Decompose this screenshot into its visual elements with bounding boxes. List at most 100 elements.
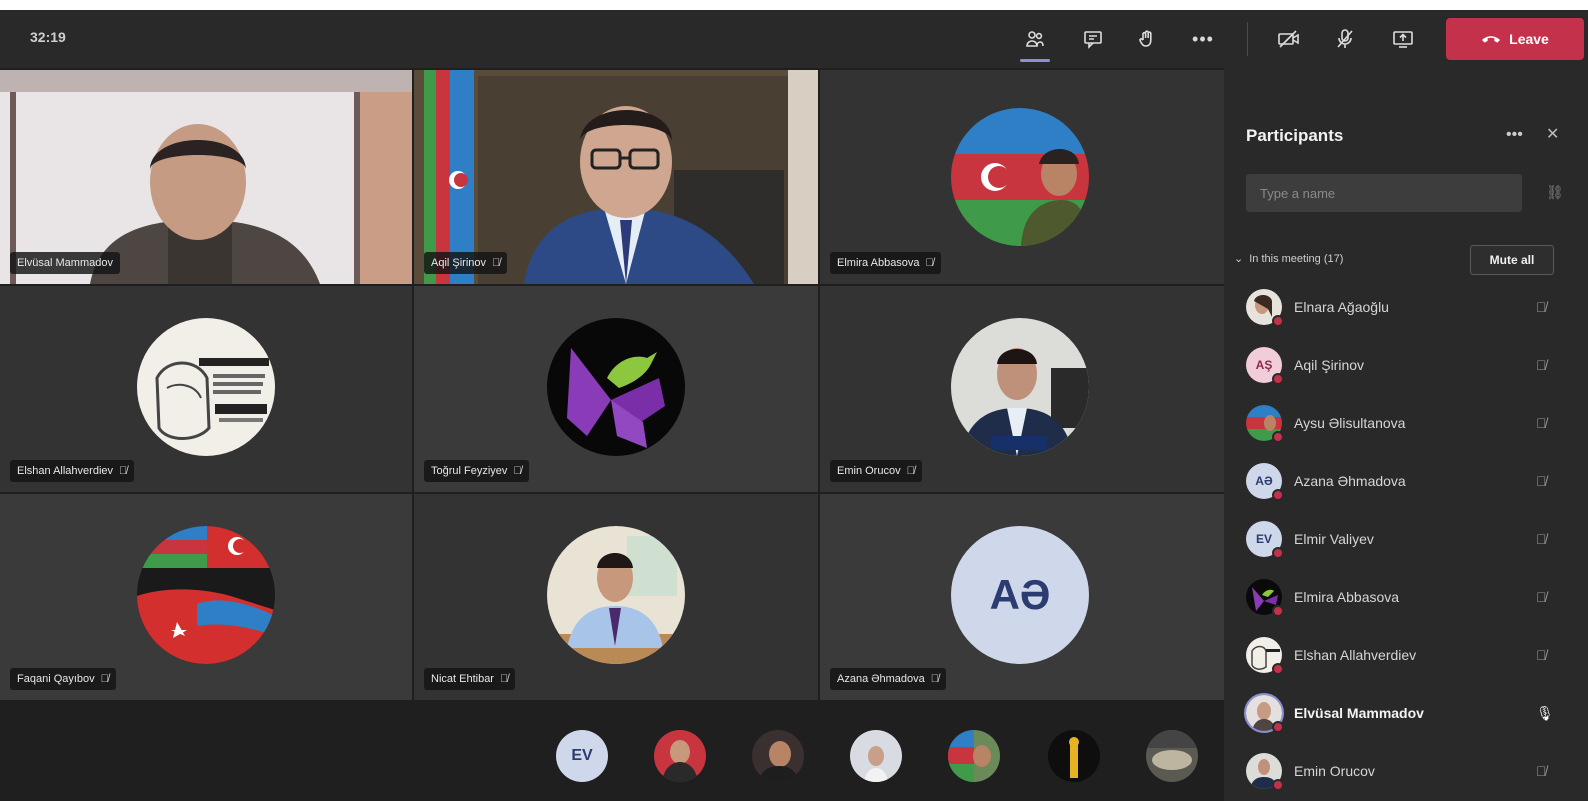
status-dot xyxy=(1272,663,1284,675)
participant-avatar xyxy=(951,318,1089,456)
participant-row[interactable]: EV Elmir Valiyev 🎙̸ xyxy=(1224,510,1588,568)
mute-all-button[interactable]: Mute all xyxy=(1470,245,1554,275)
share-invite-icon[interactable]: ⛓ xyxy=(1546,184,1564,201)
video-tile[interactable]: Aqil Şirinov 🎙̸ xyxy=(414,70,818,284)
panel-title: Participants xyxy=(1246,126,1344,145)
participant-name: Elmir Valiyev xyxy=(1294,531,1374,547)
people-icon xyxy=(1026,31,1044,47)
participant-row[interactable]: Elmira Abbasova 🎙̸ xyxy=(1224,568,1588,626)
participant-name: Azana Əhmadova xyxy=(1294,473,1406,489)
status-dot xyxy=(1272,721,1284,733)
overflow-avatar[interactable] xyxy=(654,730,706,782)
overflow-avatar[interactable] xyxy=(948,730,1000,782)
raise-hand-button[interactable] xyxy=(1128,20,1166,58)
participant-name: Elvüsal Mammadov xyxy=(1294,705,1424,721)
participant-name: Elshan Allahverdiev xyxy=(17,465,114,477)
participant-name: Emin Orucov xyxy=(1294,763,1375,779)
participant-row[interactable]: Elshan Allahverdiev 🎙̸ xyxy=(1224,626,1588,684)
participant-row[interactable]: AƏ Azana Əhmadova 🎙̸ xyxy=(1224,452,1588,510)
participant-name: Aqil Şirinov xyxy=(431,257,487,269)
overflow-participants-strip: EV xyxy=(0,700,1224,801)
participant-avatar xyxy=(1246,695,1284,733)
participant-name: Elvüsal Mammadov xyxy=(17,257,113,269)
participant-row[interactable]: Elnara Ağaoğlu 🎙̸ xyxy=(1224,278,1588,336)
mic-off-icon: 🎙̸ xyxy=(513,465,522,477)
avatar-initials: EV xyxy=(571,747,593,764)
show-participants-button[interactable] xyxy=(1016,20,1054,62)
participant-name-tag: Elvüsal Mammadov xyxy=(10,252,120,274)
overflow-avatar[interactable] xyxy=(752,730,804,782)
participant-name: Elnara Ağaoğlu xyxy=(1294,299,1389,315)
participant-name-tag: Aqil Şirinov 🎙̸ xyxy=(424,252,508,274)
video-tile[interactable]: Elvüsal Mammadov xyxy=(0,70,412,284)
mic-toggle-button[interactable] xyxy=(1326,20,1364,58)
participant-row[interactable]: Aysu Əlisultanova 🎙̸ xyxy=(1224,394,1588,452)
participant-name-tag: Elshan Allahverdiev 🎙̸ xyxy=(10,460,135,482)
video-tile[interactable]: Emin Orucov 🎙̸ xyxy=(820,286,1224,492)
meeting-toolbar: 32:19 ••• Leave xyxy=(0,10,1588,68)
leave-label: Leave xyxy=(1509,31,1549,47)
mic-on-icon: 🎙 xyxy=(1536,704,1554,721)
close-icon: ✕ xyxy=(1546,126,1560,143)
mic-off-icon: 🎙̸ xyxy=(499,673,509,685)
in-meeting-section-header[interactable]: ⌄ In this meeting (17) xyxy=(1234,252,1344,266)
participant-row[interactable]: Emin Orucov 🎙̸ xyxy=(1224,742,1588,800)
participant-name-tag: Azana Əhmadova 🎙̸ xyxy=(830,668,947,690)
mic-off-icon: 🎙̸ xyxy=(119,465,128,477)
share-screen-icon xyxy=(1393,31,1413,48)
status-dot xyxy=(1272,373,1284,385)
participant-row[interactable]: Elvüsal Mammadov 🎙 xyxy=(1224,684,1588,742)
panel-close-button[interactable]: ✕ xyxy=(1546,124,1559,144)
more-actions-button[interactable]: ••• xyxy=(1184,20,1222,58)
participant-name: Emin Orucov xyxy=(837,465,901,477)
section-label: In this meeting (17) xyxy=(1249,252,1344,265)
avatar-initials: AŞ xyxy=(1255,358,1273,372)
participant-name: Aqil Şirinov xyxy=(1294,357,1365,373)
status-dot xyxy=(1272,489,1284,501)
participant-avatar xyxy=(1246,753,1284,791)
teams-meeting-window: 32:19 ••• Leave Elvüsal Mammadov Aqil Şi… xyxy=(0,10,1588,801)
participant-name: Elmira Abbasova xyxy=(1294,589,1400,605)
mic-off-icon: 🎙̸ xyxy=(1536,299,1547,315)
more-icon: ••• xyxy=(1506,126,1523,143)
participant-avatar xyxy=(137,526,275,664)
overflow-avatar[interactable] xyxy=(1146,730,1198,782)
video-tile[interactable]: Nicat Ehtibar 🎙̸ xyxy=(414,494,818,700)
participant-search-input[interactable] xyxy=(1246,174,1522,212)
participant-name-tag: Elmira Abbasova 🎙̸ xyxy=(830,252,941,274)
participant-avatar: EV xyxy=(1246,521,1284,559)
participant-name-tag: Emin Orucov 🎙̸ xyxy=(830,460,922,482)
participant-avatar: AŞ xyxy=(1246,347,1284,385)
overflow-avatar[interactable]: EV xyxy=(556,730,608,782)
show-conversation-button[interactable] xyxy=(1074,20,1112,58)
participant-row[interactable]: AŞ Aqil Şirinov 🎙̸ xyxy=(1224,336,1588,394)
hang-up-icon xyxy=(1482,36,1501,43)
video-tile[interactable]: Toğrul Feyziyev 🎙̸ xyxy=(414,286,818,492)
video-tile[interactable]: AƏ Azana Əhmadova 🎙̸ xyxy=(820,494,1224,700)
participants-panel: Participants ••• ✕ ⛓ ⌄ In this meeting (… xyxy=(1224,68,1588,801)
video-tile[interactable]: Elshan Allahverdiev 🎙̸ xyxy=(0,286,412,492)
overflow-avatar[interactable] xyxy=(1048,730,1100,782)
mic-off-icon: 🎙̸ xyxy=(930,673,940,685)
leave-button[interactable]: Leave xyxy=(1446,18,1584,60)
video-tile[interactable]: Faqani Qayıbov 🎙̸ xyxy=(0,494,412,700)
share-screen-button[interactable] xyxy=(1384,20,1422,58)
participant-avatar xyxy=(1246,579,1284,617)
participant-avatar xyxy=(547,318,685,456)
avatar-initials: AƏ xyxy=(989,571,1051,618)
avatar-initials: EV xyxy=(1255,532,1272,546)
participant-avatar xyxy=(547,526,685,664)
participant-avatar xyxy=(951,108,1089,246)
overflow-avatar[interactable] xyxy=(850,730,902,782)
video-grid: Elvüsal Mammadov Aqil Şirinov 🎙̸ Elmira … xyxy=(0,70,1224,700)
mic-off-icon: 🎙̸ xyxy=(1536,415,1547,431)
participant-avatar xyxy=(1246,289,1284,327)
status-dot xyxy=(1272,431,1284,443)
participant-name: Elshan Allahverdiev xyxy=(1294,647,1417,663)
avatar-initials: AƏ xyxy=(1255,474,1273,488)
video-tile[interactable]: Elmira Abbasova 🎙̸ xyxy=(820,70,1224,284)
camera-toggle-button[interactable] xyxy=(1270,20,1308,58)
participant-name-tag: Nicat Ehtibar 🎙̸ xyxy=(424,668,516,690)
camera-off-icon xyxy=(1278,30,1299,48)
panel-more-options-button[interactable]: ••• xyxy=(1506,126,1523,144)
